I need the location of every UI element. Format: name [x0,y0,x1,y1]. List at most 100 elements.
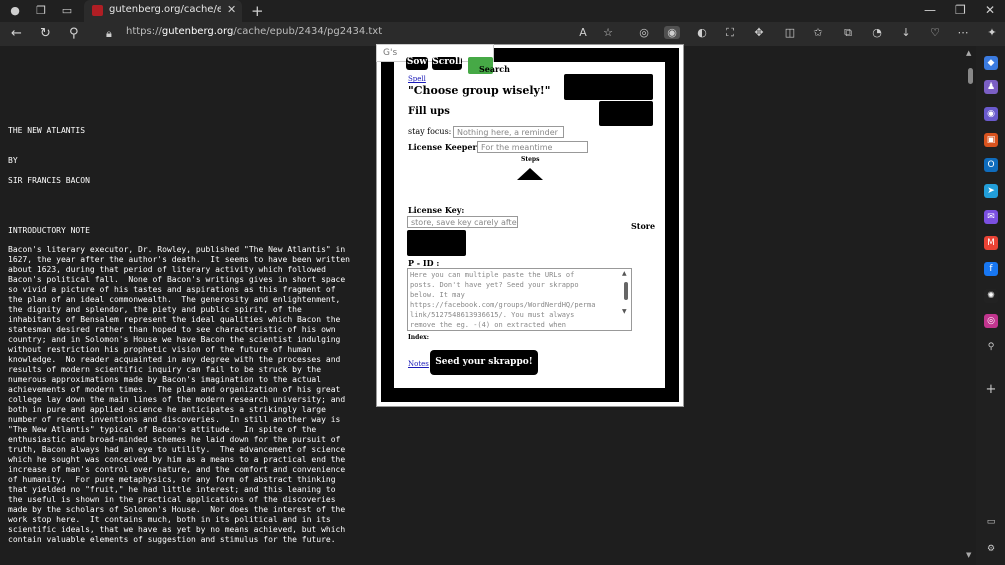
screenshot-icon[interactable]: ⛶ [722,26,738,40]
sidebar-search-icon[interactable]: ◆ [984,56,998,70]
settings-more-icon[interactable]: ⋯ [955,26,971,39]
body-line: statesman desired rather than hoped to s… [8,325,336,334]
body-line: inhabitants of Bensalem represent the id… [8,315,341,324]
body-line: numerous approximations made by Bacon's … [8,375,322,384]
textarea-line: https://facebook.com/groups/WordNerdHQ/p… [410,301,596,309]
reload-icon[interactable]: ↻ [40,26,51,42]
profile-avatar-icon[interactable]: ● [8,4,22,18]
textarea-scroll-up-icon[interactable]: ▲ [622,270,627,277]
sidebar-settings-icon[interactable]: ⚙ [984,542,998,556]
address-bar[interactable]: https://gutenberg.org/cache/epub/2434/pg… [126,26,382,37]
popup-heading: "Choose group wisely!" [408,84,551,97]
sidebar-facebook-icon[interactable]: f [984,262,998,276]
steps-up-arrow-icon[interactable] [517,168,543,180]
stay-focus-input[interactable]: Nothing here, a reminder [453,126,564,138]
fill-ups-heading: Fill ups [408,106,450,117]
notes-link[interactable]: Notes [408,360,429,368]
scroll-button[interactable]: Scroll [432,57,462,70]
sidebar-screen-icon[interactable]: ▭ [984,515,998,529]
body-line: number of recent inventions and discover… [8,415,341,424]
favorite-star-icon[interactable]: ☆ [600,26,616,39]
tab-close-icon[interactable]: ✕ [227,3,236,16]
textarea-scrollbar[interactable]: ▲ ▼ [622,270,630,328]
tab-gutenberg[interactable]: gutenberg.org/cache/epub/2434 ✕ [84,0,242,22]
body-line: results of modern scientific inquiry can… [8,365,322,374]
sidebar-add-icon[interactable]: + [984,383,998,397]
textarea-line: Here you can multiple paste the URLs of [410,271,575,279]
workspaces-icon[interactable]: ❐ [34,4,48,18]
search-label[interactable]: Search [479,64,510,74]
sow-button[interactable]: Sow [406,57,428,70]
sidebar-games-icon[interactable]: ♟ [984,80,998,94]
body-line: contain valuable elements of suggestion … [8,535,336,544]
split-screen-icon[interactable]: ◫ [782,26,798,39]
url-path: /cache/epub/2434/pg2434.txt [233,26,383,37]
document-title: THE NEW ATLANTIS [8,126,86,135]
black-block-1[interactable] [564,74,653,100]
body-line: both in pure and applied science he anti… [8,405,326,414]
sidebar-search-icon-2[interactable]: ⚲ [984,340,998,354]
textarea-line: remove the eg. -(4) on extracted when [410,321,566,329]
page-scrollbar[interactable] [966,46,976,565]
favorites-icon[interactable]: ✩ [810,26,826,39]
document-author: SIR FRANCIS BACON [8,176,90,185]
extension-icon-active[interactable]: ◉ [664,26,680,39]
store-button[interactable]: Store [631,221,655,231]
stay-focus-label: stay focus: [408,127,452,136]
body-line: that yielded no "fruit," he had little i… [8,485,336,494]
scroll-down-icon[interactable]: ▼ [966,551,971,559]
sidebar-copilot-icon[interactable]: ◉ [984,107,998,121]
body-line: college lay down the main lines of the m… [8,395,346,404]
textarea-scroll-down-icon[interactable]: ▼ [622,308,627,315]
sidebar-app-icon[interactable]: ◎ [984,314,998,328]
minimize-icon[interactable]: — [924,3,936,17]
textarea-line: posts. Don't have yet? Seed your skrappo [410,281,579,289]
index-label: Index: [408,334,429,341]
downloads-icon[interactable]: ↓ [898,26,914,39]
copilot-icon[interactable]: ✦ [984,26,1000,39]
spell-link[interactable]: Spell [408,75,426,83]
sidebar-telegram-icon[interactable]: ➤ [984,184,998,198]
extension-icon-1[interactable]: ◎ [636,26,652,39]
body-line: about 1623, during that period of litera… [8,265,326,274]
license-key-input[interactable]: store, save key carely after [407,216,518,228]
sidebar-gmail-icon[interactable]: M [984,236,998,250]
steps-label: Steps [521,156,540,163]
scroll-thumb[interactable] [968,68,973,84]
body-line: work stop here. It contains much, both i… [8,515,331,524]
sidebar-tools-icon[interactable]: ▣ [984,133,998,147]
seed-skrappo-button[interactable]: Seed your skrappo! [430,350,538,375]
tab-strip: ● ❐ ▭ gutenberg.org/cache/epub/2434 ✕ + … [0,0,1005,22]
sidebar-outlook-icon[interactable]: O [984,158,998,172]
gutenberg-favicon-icon [92,5,103,16]
pid-textarea[interactable]: Here you can multiple paste the URLs of … [407,268,632,331]
black-block-3[interactable] [407,230,466,256]
maximize-icon[interactable]: ❐ [955,3,966,17]
tab-actions-icon[interactable]: ▭ [60,4,74,18]
body-line: truth, Bacon always had an eye to utilit… [8,445,346,454]
sidebar-chatgpt-icon[interactable]: ✺ [984,289,998,303]
search-icon[interactable]: ⚲ [69,26,79,42]
textarea-scroll-thumb[interactable] [624,282,628,300]
license-keeper-input[interactable]: For the meantime [477,141,588,153]
body-line: "The New Atlantis" typical of Bacon's at… [8,425,317,434]
history-icon[interactable]: ◔ [869,26,885,39]
body-line: achievements of modern times. The plan a… [8,385,341,394]
body-line: the plan of an ideal commonwealth. The g… [8,295,341,304]
black-block-2[interactable] [599,101,653,126]
lock-icon: 🔒︎ [106,27,112,40]
document-body: Bacon's literary executor, Dr. Rowley, p… [8,245,350,545]
close-window-icon[interactable]: ✕ [985,3,995,17]
scroll-up-icon[interactable]: ▲ [966,49,971,57]
extensions-puzzle-icon[interactable]: ✥ [751,26,767,39]
sidebar-messenger-icon[interactable]: ✉ [984,210,998,224]
license-keeper-label: License Keeper: [408,142,480,152]
back-arrow-icon[interactable]: ← [11,26,22,42]
new-tab-button[interactable]: + [251,2,264,20]
extension-icon-2[interactable]: ◐ [694,26,710,39]
browser-essentials-icon[interactable]: ♡ [927,26,943,39]
collections-icon[interactable]: ⧉ [840,26,856,40]
body-line: country; and in Solomon's House we have … [8,335,341,344]
url-domain: gutenberg.org [161,26,234,37]
read-aloud-icon[interactable]: A [575,26,591,39]
